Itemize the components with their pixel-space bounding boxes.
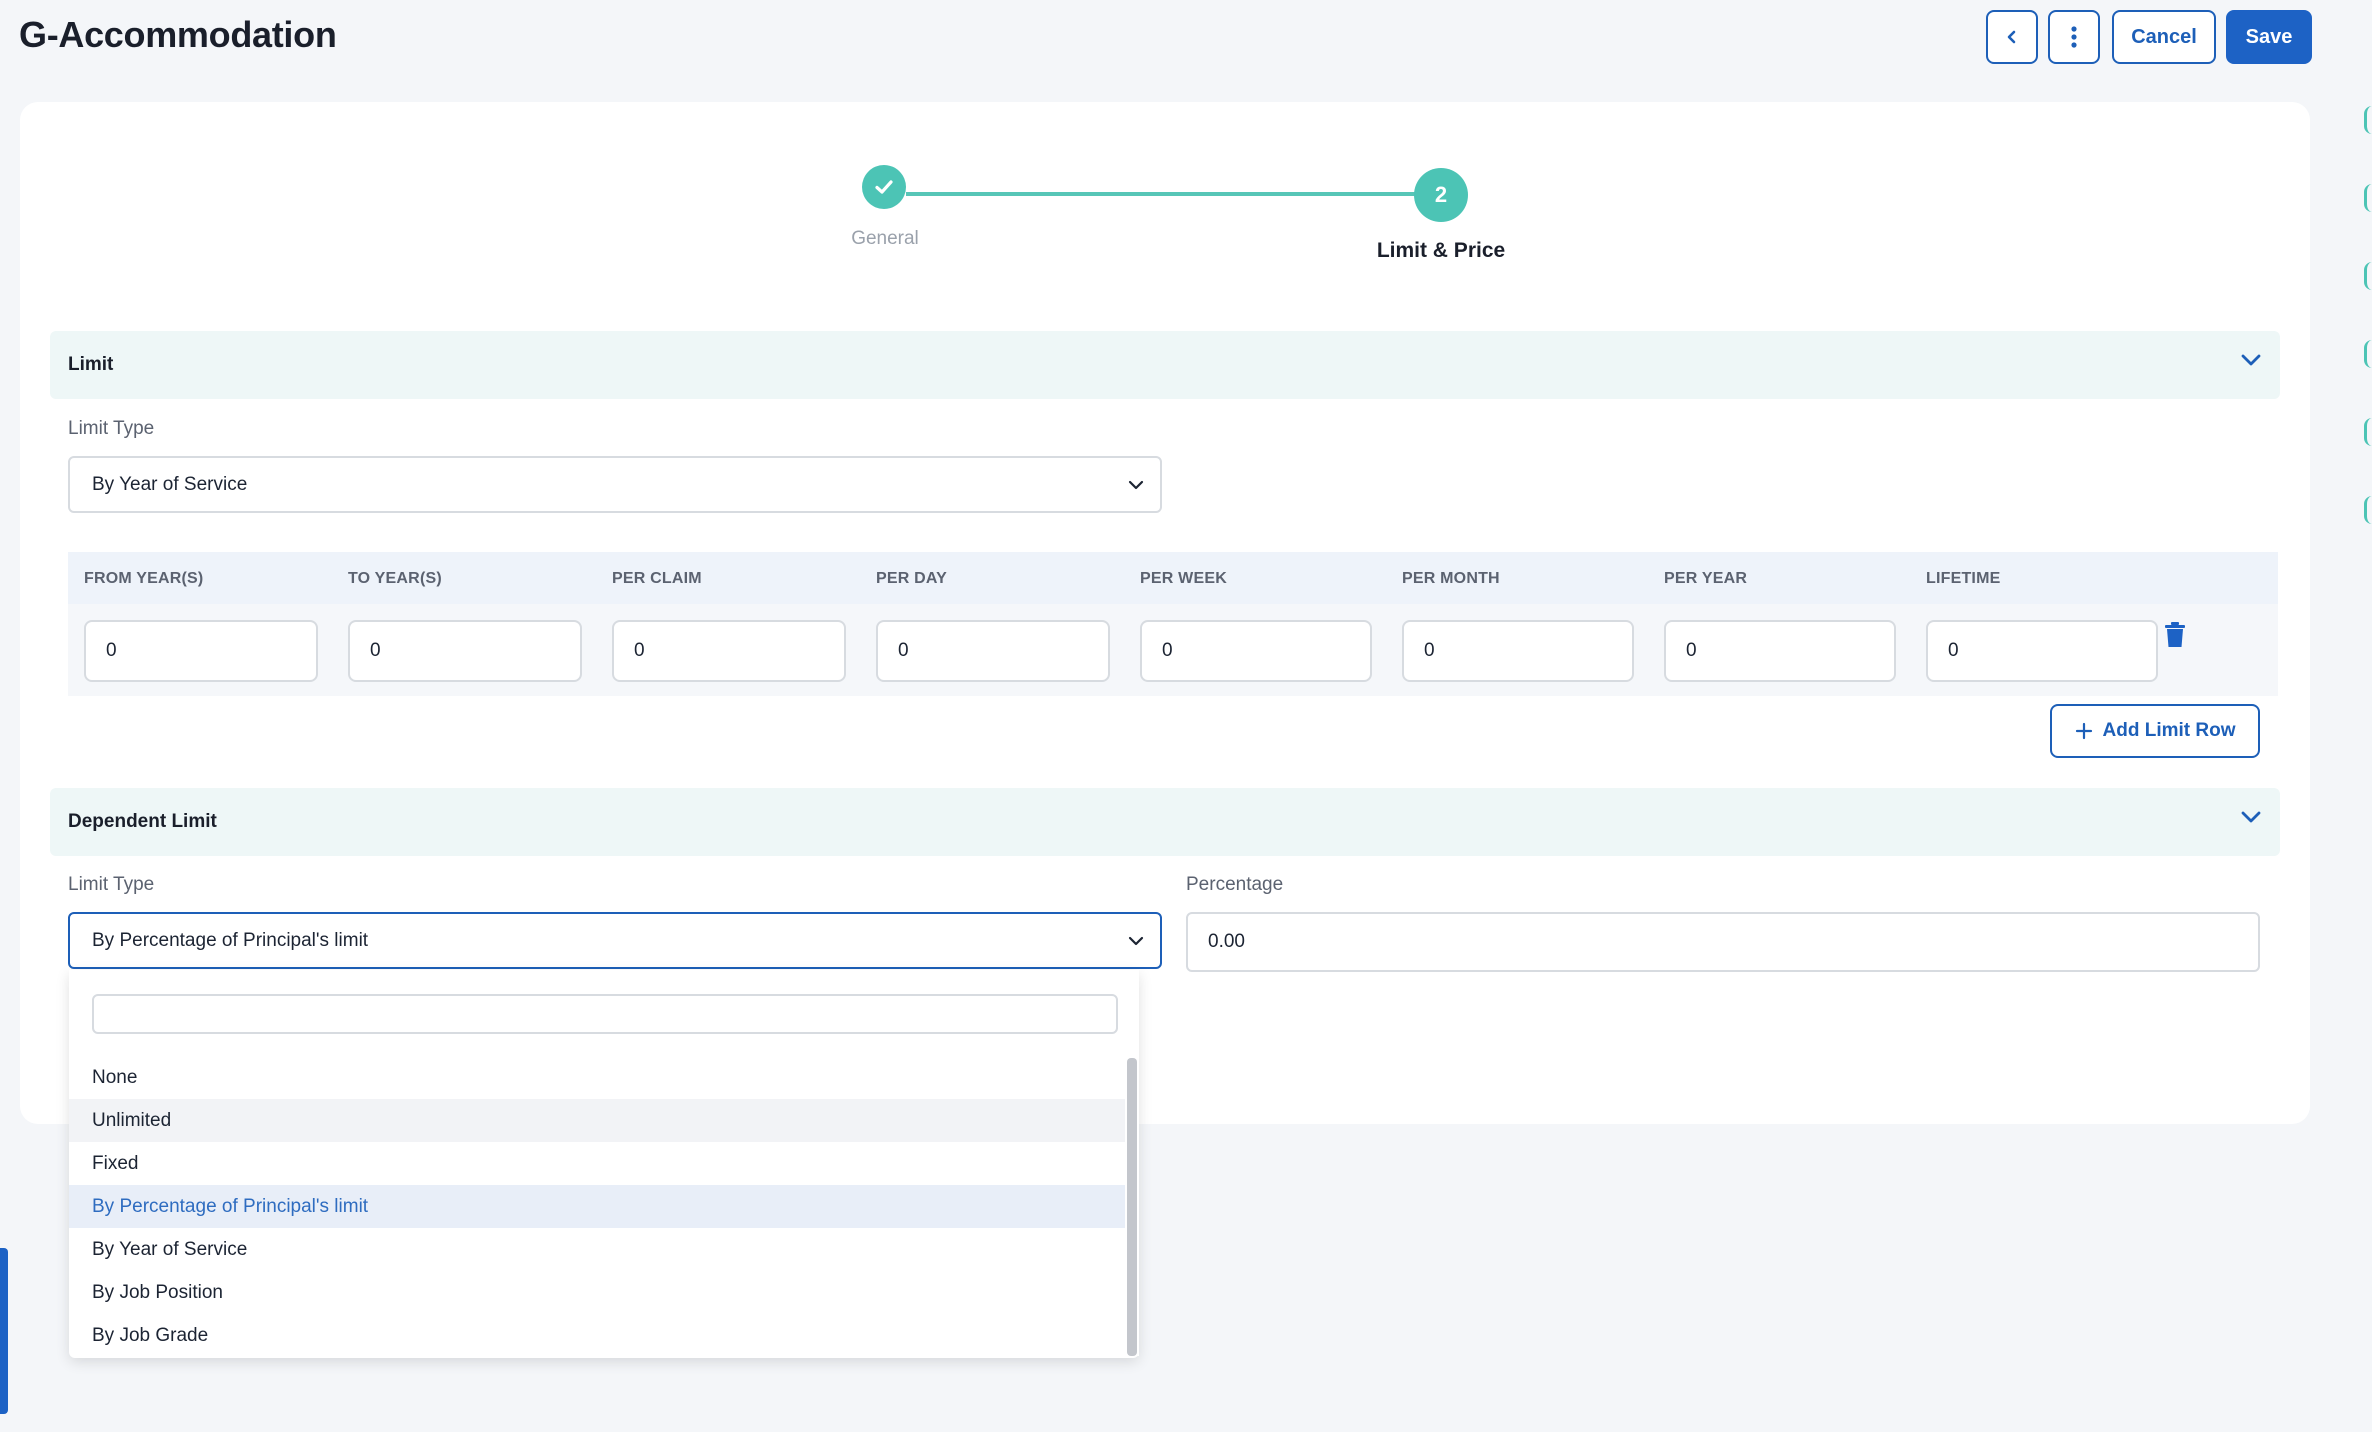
limit-section-title: Limit bbox=[68, 354, 114, 375]
from-years-input[interactable]: 0 bbox=[84, 620, 318, 682]
page-title: G-Accommodation bbox=[19, 14, 337, 55]
percentage-input[interactable]: 0.00 bbox=[1186, 912, 2260, 972]
edge-indicator bbox=[2364, 340, 2372, 368]
limit-type-select[interactable]: By Year of Service bbox=[68, 456, 1162, 513]
side-panel-tab[interactable] bbox=[0, 1248, 8, 1414]
add-limit-row-label: Add Limit Row bbox=[2102, 720, 2236, 741]
step-limit-price-indicator[interactable]: 2 bbox=[1414, 168, 1468, 222]
edge-indicator bbox=[2364, 184, 2372, 212]
trash-icon[interactable] bbox=[2164, 622, 2186, 648]
edge-indicator bbox=[2364, 262, 2372, 290]
step-general-indicator[interactable] bbox=[862, 165, 906, 209]
dropdown-option-none[interactable]: None bbox=[69, 1056, 1125, 1099]
dropdown-option-year-of-service[interactable]: By Year of Service bbox=[69, 1228, 1125, 1271]
dropdown-search-input[interactable] bbox=[92, 994, 1118, 1034]
dependent-limit-section-title: Dependent Limit bbox=[68, 811, 217, 832]
check-icon bbox=[875, 180, 893, 194]
column-header: TO YEAR(S) bbox=[348, 570, 442, 587]
edge-indicator bbox=[2364, 106, 2372, 134]
dropdown-option-unlimited[interactable]: Unlimited bbox=[69, 1099, 1125, 1142]
save-button[interactable]: Save bbox=[2226, 10, 2312, 64]
per-day-input[interactable]: 0 bbox=[876, 620, 1110, 682]
chevron-left-icon bbox=[2007, 30, 2016, 44]
chevron-down-icon bbox=[2241, 354, 2261, 366]
per-month-input[interactable]: 0 bbox=[1402, 620, 1634, 682]
column-header: FROM YEAR(S) bbox=[84, 570, 204, 587]
column-header: PER DAY bbox=[876, 570, 948, 587]
top-actions: Cancel Save bbox=[1986, 10, 2312, 64]
column-header: PER WEEK bbox=[1140, 570, 1227, 587]
dropdown-option-fixed[interactable]: Fixed bbox=[69, 1142, 1125, 1185]
dropdown-scrollbar-thumb[interactable] bbox=[1127, 1058, 1137, 1356]
dropdown-option-job-grade[interactable]: By Job Grade bbox=[69, 1314, 1125, 1357]
dropdown-option-job-position[interactable]: By Job Position bbox=[69, 1271, 1125, 1314]
limit-type-value: By Year of Service bbox=[92, 473, 248, 495]
dependent-limit-type-label: Limit Type bbox=[68, 874, 155, 895]
stepper-connector bbox=[906, 192, 1462, 196]
step-general-label: General bbox=[851, 228, 919, 249]
lifetime-input[interactable]: 0 bbox=[1926, 620, 2158, 682]
percentage-label: Percentage bbox=[1186, 874, 1284, 895]
more-button[interactable] bbox=[2048, 10, 2100, 64]
per-year-input[interactable]: 0 bbox=[1664, 620, 1896, 682]
dependent-limit-type-value: By Percentage of Principal's limit bbox=[92, 929, 369, 951]
limit-type-label: Limit Type bbox=[68, 418, 155, 439]
plus-icon bbox=[2075, 722, 2092, 740]
chevron-down-icon bbox=[1128, 480, 1144, 490]
more-vertical-icon bbox=[2071, 26, 2077, 48]
limit-type-dropdown-menu: None Unlimited Fixed By Percentage of Pr… bbox=[69, 970, 1139, 1358]
table-row: 0 0 0 0 0 0 0 0 bbox=[68, 604, 2278, 696]
dropdown-option-percentage[interactable]: By Percentage of Principal's limit bbox=[69, 1185, 1125, 1228]
per-claim-input[interactable]: 0 bbox=[612, 620, 846, 682]
column-header: PER CLAIM bbox=[612, 570, 702, 587]
back-button[interactable] bbox=[1986, 10, 2038, 64]
limit-table-header: FROM YEAR(S) TO YEAR(S) PER CLAIM PER DA… bbox=[68, 552, 2278, 604]
column-header: PER MONTH bbox=[1402, 570, 1500, 587]
dependent-limit-section-header[interactable]: Dependent Limit bbox=[50, 788, 2280, 856]
dependent-limit-type-select[interactable]: By Percentage of Principal's limit bbox=[68, 912, 1162, 969]
chevron-down-icon bbox=[1128, 936, 1144, 946]
column-header: LIFETIME bbox=[1926, 570, 2001, 587]
chevron-down-icon bbox=[2241, 811, 2261, 823]
add-limit-row-button[interactable]: Add Limit Row bbox=[2050, 704, 2260, 758]
per-week-input[interactable]: 0 bbox=[1140, 620, 1372, 682]
edge-indicator bbox=[2364, 418, 2372, 446]
cancel-button[interactable]: Cancel bbox=[2112, 10, 2216, 64]
step-limit-price-label: Limit & Price bbox=[1376, 239, 1506, 262]
column-header: PER YEAR bbox=[1664, 570, 1748, 587]
to-years-input[interactable]: 0 bbox=[348, 620, 582, 682]
limit-section-header[interactable]: Limit bbox=[50, 331, 2280, 399]
edge-indicator bbox=[2364, 496, 2372, 524]
